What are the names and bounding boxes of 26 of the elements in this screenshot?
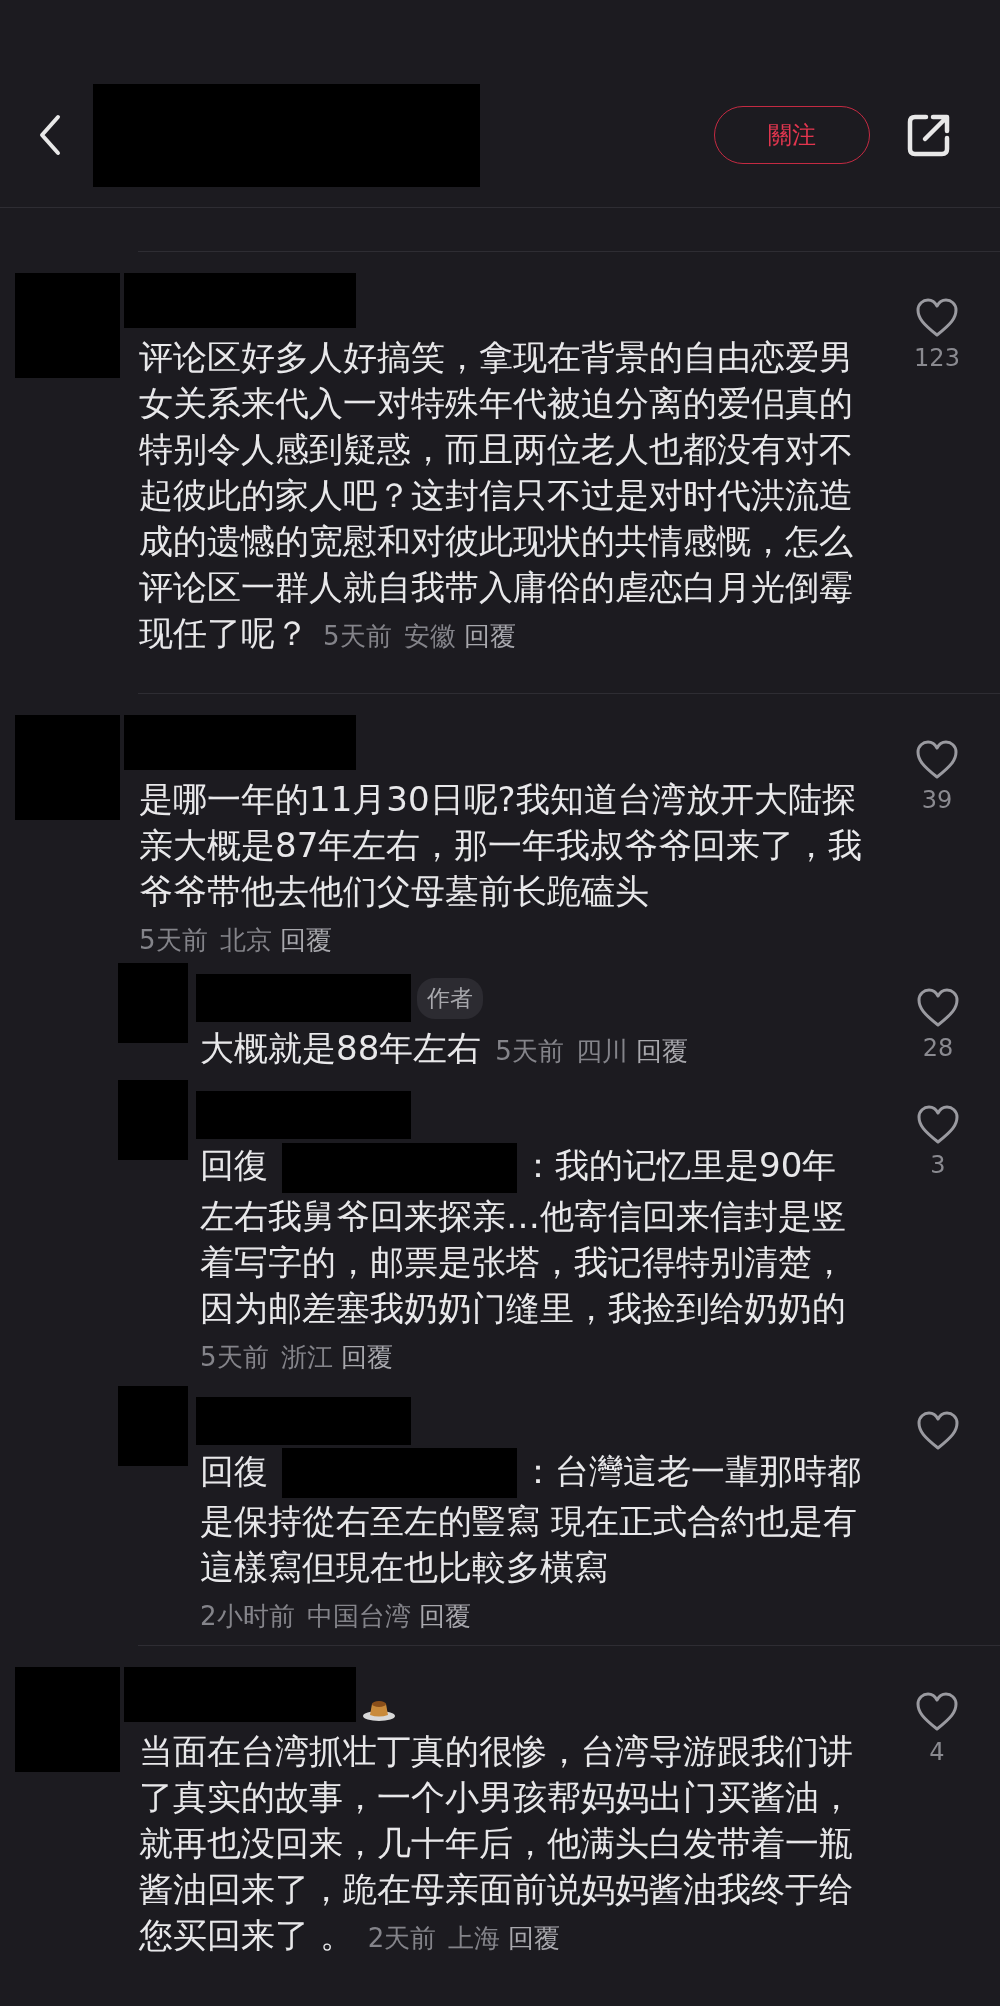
heart-icon[interactable] — [916, 1105, 960, 1145]
comment-text: 当面在台湾抓壮丁真的很惨，台湾导游跟我们讲了真实的故事，一个小男孩帮妈妈出门买酱油，就再也没回来，几十年后，他满头白发带着一瓶酱油回来了，跪在母亲面前说妈妈酱油我终于给您买回来了 。 2天前 上海 回覆 — [138, 1730, 854, 1957]
like-count: 28 — [922, 1034, 954, 1062]
share-icon[interactable] — [906, 112, 952, 158]
comment-text: 回復 ：台灣這老一輩那時都是保持從右至左的豎寫 現在正式合約也是有這樣寫但現在也比較多橫寫 2小时前 中国台湾 回覆 — [199, 1447, 862, 1633]
reply-link[interactable]: 回覆 — [279, 925, 332, 955]
comment-text: 大概就是88年左右 5天前 四川 回覆 — [199, 1027, 689, 1070]
heart-icon[interactable] — [915, 298, 959, 338]
reply-link[interactable]: 回覆 — [340, 1341, 393, 1372]
heart-icon[interactable] — [916, 1410, 960, 1451]
back-icon[interactable] — [38, 113, 62, 157]
heart-icon[interactable] — [916, 988, 960, 1028]
author-badge: 作者 — [417, 977, 483, 1019]
reply-link[interactable]: 回覆 — [508, 1923, 561, 1953]
heart-icon[interactable] — [915, 1692, 959, 1732]
like-count: 3 — [930, 1151, 946, 1179]
heart-icon[interactable] — [915, 740, 959, 780]
like-count: 4 — [929, 1738, 945, 1766]
reply-link[interactable]: 回覆 — [463, 621, 516, 651]
like-count: 39 — [921, 786, 953, 814]
comment-text: 回復 ：我的记忆里是90年左右我舅爷回来探亲…他寄信回来信封是竖着写字的，邮票是张塔，我记得特别清楚，因为邮差塞我奶奶门缝里，我捡到给奶奶的 5天前 浙江 回覆 — [196, 1142, 870, 1380]
like-count: 123 — [914, 344, 960, 372]
comment-text: 评论区好多人好搞笑，拿现在背景的自由恋爱男女关系来代入一对特殊年代被迫分离的爱侣真的特别令人感到疑惑，而且两位老人也都没有对不起彼此的家人吧？这封信只不过是对时代洪流造成的遗憾的宽慰和对彼此现状的共情感慨，怎么评论区一群人就自我带入庸俗的虐恋白月光倒霉现任了呢？ 5天前 安徽 回覆 — [138, 336, 854, 655]
reply-link[interactable]: 回覆 — [635, 1036, 688, 1066]
reply-link[interactable]: 回覆 — [418, 1601, 471, 1631]
comment-text: 是哪一年的11月30日呢?我知道台湾放开大陆探亲大概是87年左右，那一年我叔爷爷回来了，我爷爷带他去他们父母墓前长跪磕头 5天前 北京 回覆 — [138, 778, 864, 957]
